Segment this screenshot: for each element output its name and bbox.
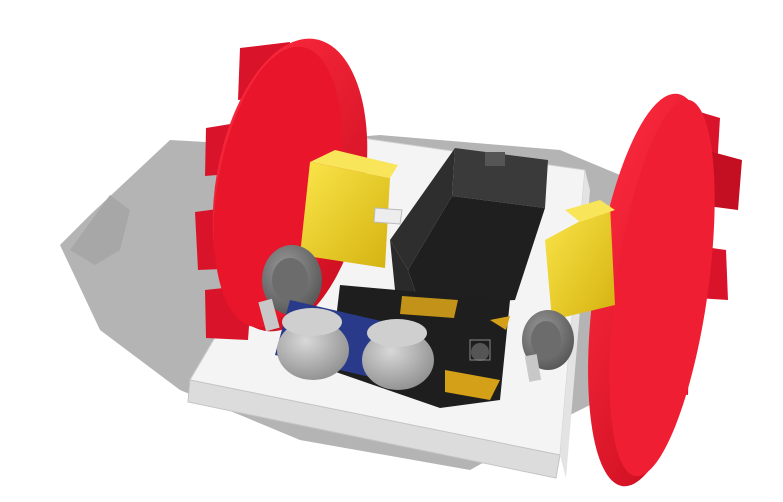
sensor-cylinder-left: [277, 308, 349, 380]
sensor-cylinder-right: [362, 319, 434, 390]
robot-car-scene: [60, 38, 742, 487]
3d-viewport[interactable]: [0, 0, 783, 502]
